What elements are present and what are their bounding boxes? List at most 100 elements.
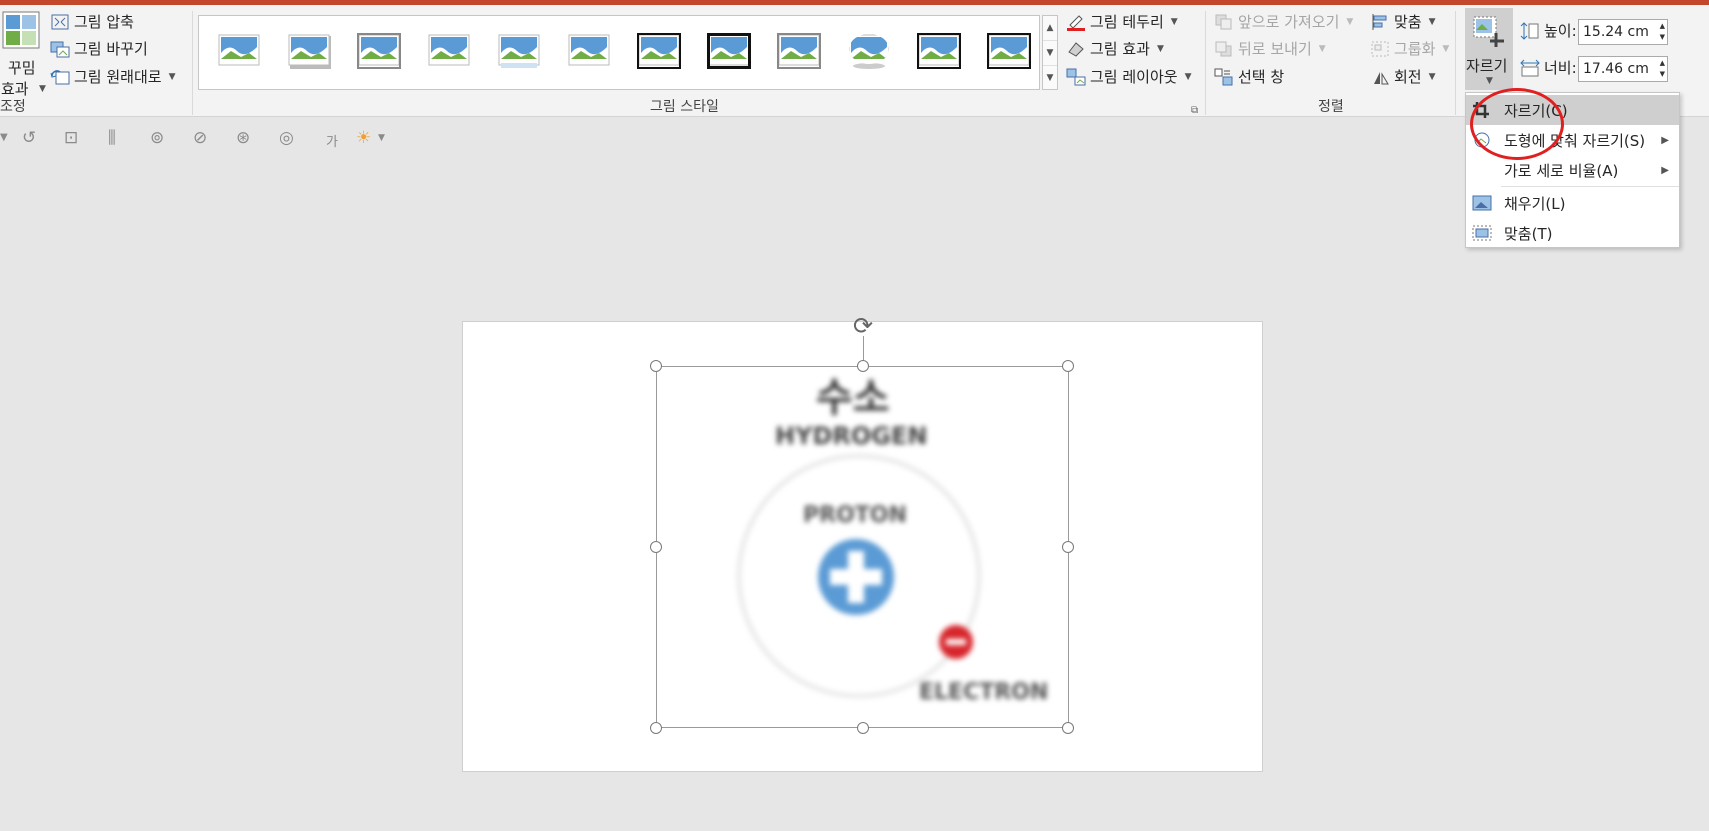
width-spinner[interactable]: ▲ ▼ [1660, 58, 1665, 80]
change-picture-button[interactable]: 그림 바꾸기 [50, 38, 148, 59]
chevron-down-icon[interactable]: ▼ [0, 132, 8, 143]
artistic-effects-button[interactable]: 꾸밈 효과 ▼ [1, 11, 46, 98]
dialog-launcher-icon[interactable]: ⧉ [1191, 105, 1198, 116]
fill-icon [1472, 194, 1492, 212]
picture-style-thumb[interactable] [357, 33, 401, 69]
adjust-group-label: 조정 [0, 99, 26, 115]
ribbon: 꾸밈 효과 ▼ 그림 압축 그림 바꾸기 그림 원래대로 ▼ 조정 ▲ ▼ ▼ … [0, 5, 1709, 117]
width-input[interactable]: 17.46 cm ▲ ▼ [1578, 56, 1668, 82]
menu-separator [1501, 186, 1679, 187]
width-label-group: 너비: [1520, 57, 1577, 78]
compress-icon [50, 13, 70, 31]
height-value: 15.24 cm [1583, 24, 1649, 40]
picture-style-thumb[interactable] [707, 33, 751, 69]
selected-picture[interactable]: 수소 HYDROGEN PROTON ELECTRON [650, 360, 1074, 734]
picture-style-thumb[interactable] [987, 33, 1031, 69]
chevron-down-icon: ▼ [1428, 16, 1436, 27]
crop-button[interactable]: 자르기 ▼ [1465, 8, 1513, 90]
gallery-down-icon[interactable]: ▼ [1043, 41, 1057, 66]
height-spinner[interactable]: ▲ ▼ [1660, 21, 1665, 43]
menu-item-label: 가로 세로 비율(A) [1504, 161, 1619, 180]
menu-item-fill[interactable]: 채우기(L) [1466, 188, 1679, 218]
picture-style-thumb[interactable] [777, 33, 821, 69]
chevron-down-icon[interactable]: ▼ [378, 133, 385, 143]
picture-style-thumb[interactable] [217, 33, 261, 69]
resize-handle[interactable] [650, 722, 662, 734]
menu-item-label: 채우기(L) [1504, 194, 1566, 213]
send-backward-button[interactable]: 뒤로 보내기 ▼ [1214, 38, 1326, 59]
annotation-circle [1470, 88, 1564, 160]
presentation-icon[interactable]: ⊡ [64, 128, 78, 148]
text-style-icon[interactable]: 가 [326, 131, 338, 150]
picture-style-thumb[interactable] [427, 33, 471, 69]
artistic-effects-label-1: 꾸밈 [8, 59, 36, 77]
distribute-icon[interactable]: ⫼ [108, 128, 116, 148]
resize-handle[interactable] [650, 360, 662, 372]
bring-forward-button[interactable]: 앞으로 가져오기 ▼ [1214, 11, 1353, 32]
brightness-icon[interactable]: ☀ [356, 128, 371, 148]
picture-effects-button[interactable]: 그림 효과 ▼ [1066, 38, 1164, 59]
align-button[interactable]: 맞춤 ▼ [1370, 11, 1436, 32]
link-icon[interactable]: ⊘ [193, 128, 207, 148]
rotate-icon[interactable]: ↺ [22, 128, 36, 148]
merge-shapes-icon[interactable]: ⊚ [150, 128, 164, 148]
layout-icon [1066, 68, 1086, 86]
width-icon [1520, 59, 1540, 77]
title-english: HYDROGEN [775, 422, 928, 450]
reset-picture-button[interactable]: 그림 원래대로 ▼ [50, 66, 176, 87]
reset-picture-label: 그림 원래대로 [74, 68, 162, 86]
send-backward-icon [1214, 40, 1234, 58]
resize-handle[interactable] [1062, 360, 1074, 372]
change-picture-icon [50, 40, 70, 58]
chevron-down-icon: ▼ [1486, 76, 1493, 86]
chevron-down-icon: ▼ [1428, 71, 1436, 82]
picture-layout-label: 그림 레이아웃 [1090, 68, 1178, 86]
picture-styles-gallery [198, 15, 1040, 90]
compress-pictures-button[interactable]: 그림 압축 [50, 11, 134, 32]
height-label-group: 높이: [1520, 20, 1577, 41]
menu-item-fit[interactable]: 맞춤(T) [1466, 218, 1679, 248]
picture-style-thumb[interactable] [917, 33, 961, 69]
height-input[interactable]: 15.24 cm ▲ ▼ [1578, 19, 1668, 45]
picture-style-thumb[interactable] [567, 33, 611, 69]
menu-item-aspect-ratio[interactable]: 가로 세로 비율(A) ▶ [1466, 155, 1679, 185]
rotate-label: 회전 [1394, 68, 1422, 86]
intersect-icon[interactable]: ⊛ [236, 128, 250, 148]
rotate-icon [1370, 68, 1390, 86]
reset-picture-icon [50, 68, 70, 86]
resize-handle[interactable] [650, 541, 662, 553]
picture-style-thumb[interactable] [637, 33, 681, 69]
picture-style-thumb[interactable] [847, 33, 891, 69]
gallery-more-icon[interactable]: ▼ [1043, 66, 1057, 91]
align-icon [1370, 13, 1390, 31]
picture-border-button[interactable]: 그림 테두리 ▼ [1066, 11, 1178, 32]
effects-icon [1066, 40, 1086, 58]
submenu-arrow-icon: ▶ [1661, 134, 1669, 146]
picture-layout-button[interactable]: 그림 레이아웃 ▼ [1066, 66, 1192, 87]
subtract-icon[interactable]: ◎ [279, 128, 294, 148]
picture-style-thumb[interactable] [497, 33, 541, 69]
gallery-up-icon[interactable]: ▲ [1043, 16, 1057, 41]
group-button[interactable]: 그룹화 ▼ [1370, 38, 1449, 59]
quick-format-toolbar: ▼ ↺ ⊡ ⫼ ⊚ ⊘ ⊛ ◎ 가 ☀ ▼ [0, 128, 420, 152]
group-icon [1370, 40, 1390, 58]
group-label: 그룹화 [1394, 40, 1436, 58]
chevron-down-icon: ▼ [1184, 71, 1192, 82]
rotation-handle-icon[interactable]: ⟳ [853, 312, 873, 340]
height-label: 높이: [1544, 22, 1577, 40]
gallery-scroll[interactable]: ▲ ▼ ▼ [1042, 15, 1058, 90]
resize-handle[interactable] [857, 722, 869, 734]
chevron-down-icon: ▼ [39, 84, 46, 94]
pen-border-icon [1066, 13, 1086, 31]
resize-handle[interactable] [1062, 722, 1074, 734]
group-divider [1455, 11, 1456, 115]
selection-pane-icon [1214, 68, 1234, 86]
picture-style-thumb[interactable] [287, 33, 331, 69]
picture-styles-group-label: 그림 스타일 [650, 99, 719, 115]
width-value: 17.46 cm [1583, 61, 1649, 77]
resize-handle[interactable] [857, 360, 869, 372]
rotate-button[interactable]: 회전 ▼ [1370, 66, 1436, 87]
selection-pane-button[interactable]: 선택 창 [1214, 66, 1284, 87]
group-divider [1205, 11, 1206, 115]
resize-handle[interactable] [1062, 541, 1074, 553]
